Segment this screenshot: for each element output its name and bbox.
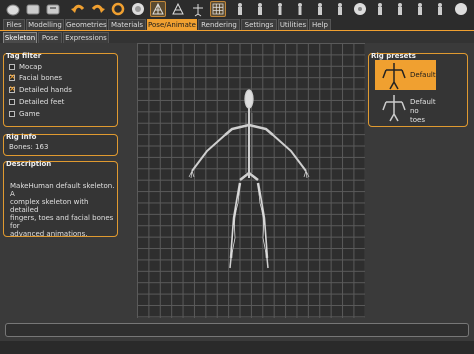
checkbox-box[interactable] [9, 64, 15, 70]
new-file-icon[interactable] [5, 1, 21, 17]
subtab-skeleton[interactable]: Skeleton [3, 32, 37, 43]
skeleton-figure [188, 89, 310, 269]
tab-settings[interactable]: Settings [241, 19, 277, 30]
camera-right-icon[interactable] [392, 1, 408, 17]
preset-label-line: toes [410, 116, 425, 124]
checkbox-box[interactable] [9, 84, 16, 93]
tab-rendering[interactable]: Rendering [198, 19, 240, 30]
back-view-icon[interactable] [252, 1, 268, 17]
facial-bones-checkbox[interactable]: Facial bones [9, 72, 63, 83]
mocap-checkbox[interactable]: Mocap [9, 62, 42, 72]
main-tab-bar: Files Modelling Geometries Materials Pos… [0, 18, 474, 30]
top-view-icon[interactable] [312, 1, 328, 17]
preset-label-line: Default no [410, 98, 436, 115]
checkbox-label: Detailed feet [19, 98, 65, 106]
main-toolbar [0, 0, 474, 18]
redo-icon[interactable] [90, 1, 106, 17]
rig-info-title: Rig info [6, 133, 37, 141]
checkbox-box[interactable] [9, 111, 15, 117]
preset-default[interactable]: Default [375, 60, 436, 90]
right-view-icon[interactable] [292, 1, 308, 17]
save-icon[interactable] [25, 1, 41, 17]
description-title: Description [6, 160, 52, 168]
subtab-expressions[interactable]: Expressions [63, 32, 109, 43]
camera-left-icon[interactable] [372, 1, 388, 17]
detailed-feet-checkbox[interactable]: Detailed feet [9, 97, 64, 107]
description-line: fingers, toes and facial bones for [10, 214, 114, 230]
description-text: MakeHuman default skeleton. A complex sk… [10, 182, 117, 238]
checkbox-label: Game [19, 110, 40, 118]
bottom-view-icon[interactable] [332, 1, 348, 17]
checkbox-label: Detailed hands [19, 86, 72, 94]
tab-geometries[interactable]: Geometries [65, 19, 107, 30]
game-checkbox[interactable]: Game [9, 109, 40, 119]
front-view-icon[interactable] [232, 1, 248, 17]
checkbox-label: Facial bones [19, 74, 63, 82]
preset-label: Default no toes [410, 98, 436, 125]
preset-label: Default [410, 71, 436, 79]
export-icon[interactable] [45, 1, 61, 17]
tab-modelling[interactable]: Modelling [26, 19, 64, 30]
tab-utilities[interactable]: Utilities [278, 19, 308, 30]
left-view-icon[interactable] [272, 1, 288, 17]
reset-camera-icon[interactable] [352, 1, 368, 17]
tag-filter-panel: Tag filter Mocap Facial bones Detailed h… [3, 52, 118, 127]
sub-tab-bar: Skeleton Pose Expressions [0, 30, 474, 43]
background-icon[interactable] [170, 1, 186, 17]
bones-count: Bones: 163 [9, 143, 49, 151]
reset-icon[interactable] [110, 1, 126, 17]
tab-help[interactable]: Help [309, 19, 331, 30]
description-panel: Description MakeHuman default skeleton. … [3, 160, 118, 238]
preset-default-no-toes[interactable]: Default no toes [375, 92, 436, 125]
tag-filter-title: Tag filter [6, 52, 42, 60]
status-bar [5, 323, 469, 337]
tab-files[interactable]: Files [3, 19, 25, 30]
tab-materials[interactable]: Materials [108, 19, 146, 30]
smooth-icon[interactable] [130, 1, 146, 17]
checkbox-box[interactable] [9, 99, 15, 105]
undo-icon[interactable] [70, 1, 86, 17]
grid-icon[interactable] [210, 1, 226, 17]
wireframe-icon[interactable] [150, 1, 166, 17]
description-line: complex skeleton with detailed [10, 198, 89, 214]
rig-info-panel: Rig info Bones: 163 [3, 133, 118, 156]
bottom-bar [0, 341, 474, 354]
camera-reset-icon[interactable] [453, 1, 469, 17]
checkbox-label: Mocap [19, 63, 42, 71]
pose-icon[interactable] [190, 1, 206, 17]
description-line: MakeHuman default skeleton. A [10, 182, 115, 198]
subtab-pose[interactable]: Pose [38, 32, 62, 43]
skeleton-thumbnail-icon [382, 63, 406, 90]
checkbox-box[interactable] [9, 72, 16, 81]
tab-pose-animate[interactable]: Pose/Animate [147, 19, 197, 30]
camera-top-icon[interactable] [412, 1, 428, 17]
description-line: advanced animations. [10, 230, 88, 238]
skeleton-thumbnail-icon [382, 95, 406, 122]
rig-presets-title: Rig presets [371, 52, 416, 60]
detailed-hands-checkbox[interactable]: Detailed hands [9, 84, 72, 95]
camera-bottom-icon[interactable] [432, 1, 448, 17]
3d-viewport[interactable] [137, 43, 365, 318]
